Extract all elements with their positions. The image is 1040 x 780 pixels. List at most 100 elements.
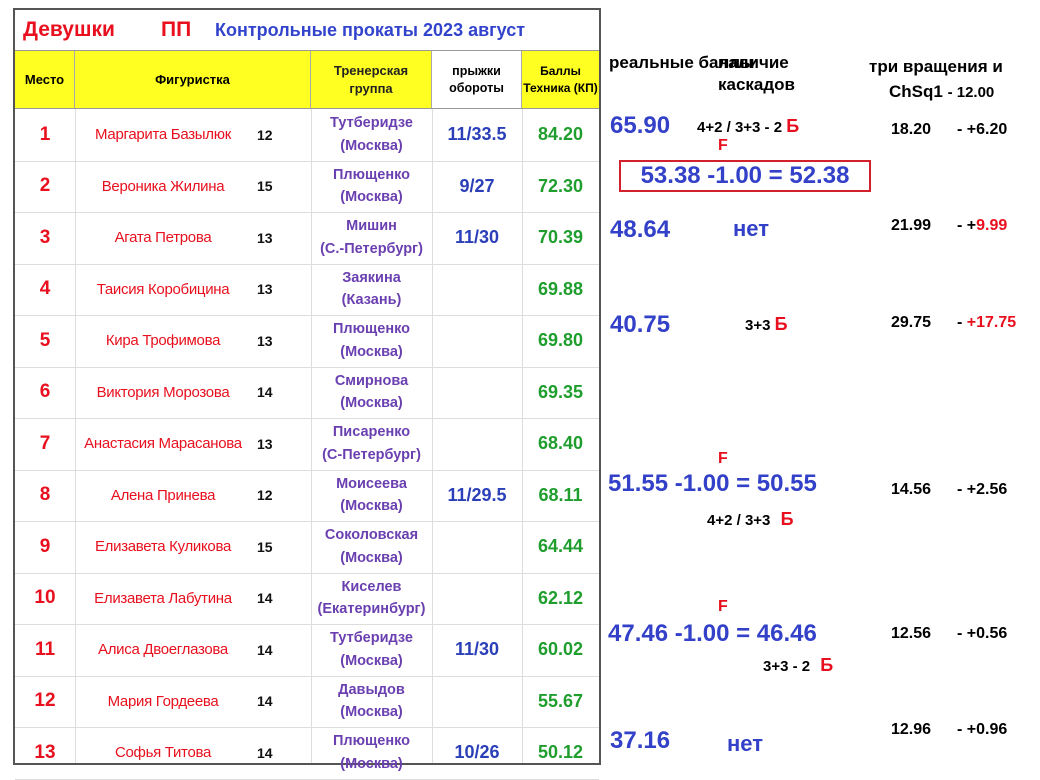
coach-name: Писаренко xyxy=(332,424,411,441)
jumps-cell: 11/30 xyxy=(454,639,500,660)
skater-name-cell: Алена Принева xyxy=(110,486,216,504)
skater-name-cell: Алиса Двоеглазова xyxy=(98,641,228,659)
coach-city: (С-Петербург) xyxy=(322,446,421,463)
cascades-12-text: 3+3 - 2 xyxy=(763,658,811,675)
coach-city: (Москва) xyxy=(340,549,403,566)
cascades-9-text: 4+2 / 3+3 xyxy=(707,512,771,529)
table-row: 9 Елизавета Куликова 15 Соколовская (Москва)… xyxy=(15,521,599,574)
coach-city: (Москва) xyxy=(340,343,403,360)
skater-name-cell: Виктория Морозова xyxy=(96,383,230,401)
skater-name-cell: Софья Титова xyxy=(114,744,212,762)
skater-name-cell: Елизавета Лабутина xyxy=(94,589,232,607)
cascades-13: нет xyxy=(727,731,764,756)
real-score-1: 65.90 xyxy=(610,112,671,139)
coach-name: Смирнова xyxy=(334,372,409,389)
coach-city: (Москва) xyxy=(340,189,403,206)
place-cell: 7 xyxy=(39,432,51,454)
tech-score-cell: 72.30 xyxy=(537,175,584,196)
place-cell: 5 xyxy=(39,329,51,351)
cascades-5-text: 3+3 xyxy=(745,317,771,334)
spins-1: 18.20 xyxy=(891,121,932,138)
age-cell: 15 xyxy=(257,178,273,195)
spins-11: 12.56 xyxy=(891,625,932,642)
spins-3: 21.99 xyxy=(891,217,932,234)
column-divider xyxy=(75,109,76,763)
jumps-cell xyxy=(432,521,522,573)
coach-group-cell: Плющенко (Москва) xyxy=(311,315,432,367)
skater-name-cell: Агата Петрова xyxy=(114,229,212,247)
header-spins-line1: три вращения и xyxy=(869,57,1003,76)
cascades-5-mark: Б xyxy=(774,314,788,334)
table-title-row: Девушки ПП Контрольные прокаты 2023 авгу… xyxy=(15,10,599,51)
real-score-5: 40.75 xyxy=(610,311,671,338)
age-cell: 13 xyxy=(257,229,273,246)
title-event: Контрольные прокаты 2023 август xyxy=(215,20,526,40)
spins-diff-8: - +2.56 xyxy=(957,481,1008,498)
spins-diff-5-prefix: - xyxy=(957,314,963,331)
table-header: Место Фигуристка Тренерская группа прыжк… xyxy=(15,51,599,109)
coach-name: Соколовская xyxy=(324,527,419,544)
coach-group-cell: Тутберидзе (Москва) xyxy=(311,109,432,161)
coach-group-cell: Давыдов (Москва) xyxy=(311,676,432,728)
table-row: 7 Анастасия Марасанова 13 Писаренко (С-Петер… xyxy=(15,418,599,471)
coach-group-cell: Мишин (С.-Петербург) xyxy=(311,212,432,264)
cascades-1: 4+2 / 3+3 - 2 Б xyxy=(697,116,799,137)
coach-group-cell: Писаренко (С-Петербург) xyxy=(311,418,432,470)
tech-score-cell: 70.39 xyxy=(537,227,584,248)
coach-group-cell: Плющенко (Москва) xyxy=(311,727,432,779)
title-program: ПП xyxy=(161,18,192,41)
jumps-cell: 11/30 xyxy=(454,227,500,248)
jumps-cell xyxy=(432,418,522,470)
age-cell: 14 xyxy=(257,744,273,761)
coach-group-cell: Моисеева (Москва) xyxy=(311,470,432,522)
spins-diff-1: - +6.20 xyxy=(957,121,1008,138)
tech-score-cell: 69.80 xyxy=(537,330,584,351)
tech-score-cell: 64.44 xyxy=(537,536,584,557)
header-score: Баллы Техника (КП) xyxy=(523,64,598,95)
skater-name-cell: Кира Трофимова xyxy=(105,332,221,350)
place-cell: 13 xyxy=(34,741,56,763)
coach-city: (Москва) xyxy=(340,755,403,772)
real-score-11: 47.46 -1.00 = 46.46 xyxy=(608,620,817,647)
age-cell: 12 xyxy=(257,126,273,143)
header-spins-line2: ChSq1 - 12.00 xyxy=(889,81,994,103)
tech-score-cell: 69.35 xyxy=(537,381,584,402)
table-row: 2 Вероника Жилина 15 Плющенко (Москва) 9/27 72… xyxy=(15,161,599,213)
cascades-1-text: 4+2 / 3+3 - 2 xyxy=(697,119,783,136)
coach-group-cell: Плющенко (Москва) xyxy=(311,161,432,213)
tech-score-cell: 50.12 xyxy=(537,742,584,763)
spins-diff-13: - +0.96 xyxy=(957,721,1008,738)
cascades-1-mark: Б xyxy=(786,116,800,136)
real-score-8: 51.55 -1.00 = 50.55 xyxy=(608,470,817,497)
age-cell: 14 xyxy=(257,384,273,401)
tech-score-cell: 55.67 xyxy=(537,690,584,711)
coach-group-cell: Соколовская (Москва) xyxy=(311,521,432,573)
spins-diff-3-prefix: - + xyxy=(957,217,977,234)
spins-5: 29.75 xyxy=(891,314,932,331)
place-cell: 2 xyxy=(39,175,51,197)
age-cell: 14 xyxy=(257,590,273,607)
fall-mark-11: F xyxy=(718,598,728,615)
table-row: 8 Алена Принева 12 Моисеева (Москва) 11/29.5 6… xyxy=(15,470,599,522)
coach-group-cell: Киселев (Екатеринбург) xyxy=(311,573,432,625)
coach-city: (С.-Петербург) xyxy=(320,240,423,257)
coach-name: Мишин xyxy=(346,218,397,235)
age-cell: 12 xyxy=(257,487,273,504)
header-spins-chsq: ChSq1 xyxy=(889,82,943,101)
table-row: 6 Виктория Морозова 14 Смирнова (Москва) 69.3… xyxy=(15,367,599,419)
jumps-cell xyxy=(432,676,522,728)
age-cell: 13 xyxy=(257,435,273,452)
coach-city: (Москва) xyxy=(340,137,403,154)
tech-score-cell: 68.40 xyxy=(537,433,584,454)
skater-name-cell: Елизавета Куликова xyxy=(94,538,232,556)
jumps-cell xyxy=(432,264,522,316)
header-real-points: реальные баллы xyxy=(609,53,755,72)
column-divider xyxy=(432,109,433,763)
spins-diff-3-value: 9.99 xyxy=(976,217,1008,234)
table-row: 5 Кира Трофимова 13 Плющенко (Москва) 69.80 xyxy=(15,315,599,368)
spins-diff-11: - +0.56 xyxy=(957,625,1008,642)
tech-score-cell: 84.20 xyxy=(537,124,584,145)
header-name: Фигуристка xyxy=(75,51,311,108)
coach-group-cell: Заякина (Казань) xyxy=(311,264,432,316)
coach-city: (Казань) xyxy=(341,292,402,309)
